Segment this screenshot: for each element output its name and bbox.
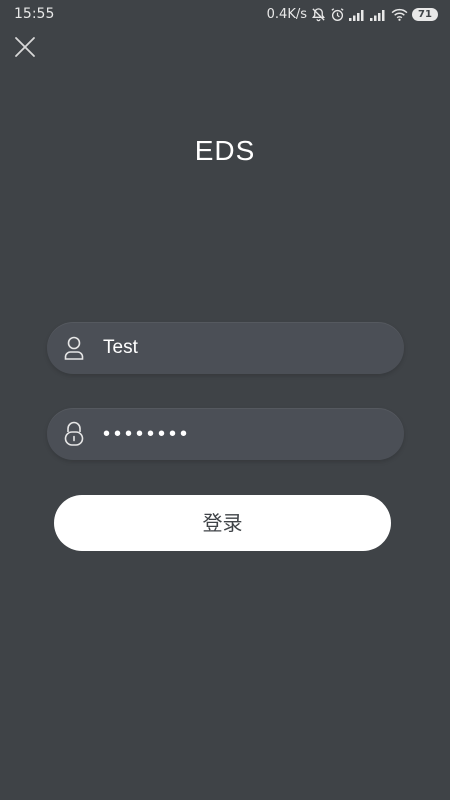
status-icons: 0.4K/s 71 — [267, 7, 438, 22]
mute-icon — [311, 7, 326, 22]
app-title: EDS — [194, 135, 256, 166]
user-icon — [63, 335, 85, 361]
login-button[interactable]: 登录 — [54, 495, 391, 551]
signal-icon — [370, 9, 387, 21]
signal-icon — [349, 9, 366, 21]
username-input[interactable]: Test — [103, 322, 138, 374]
status-bar: 15:55 0.4K/s 71 — [0, 0, 450, 30]
battery-icon: 71 — [412, 8, 438, 21]
close-button[interactable] — [12, 34, 38, 60]
password-field[interactable]: •••••••• — [47, 408, 404, 460]
alarm-icon — [330, 7, 345, 22]
wifi-icon — [391, 8, 408, 21]
status-time: 15:55 — [14, 6, 55, 22]
username-field[interactable]: Test — [47, 322, 404, 374]
network-speed: 0.4K/s — [266, 7, 307, 22]
password-input[interactable]: •••••••• — [103, 408, 191, 460]
close-icon — [15, 37, 35, 57]
lock-icon — [63, 421, 85, 447]
